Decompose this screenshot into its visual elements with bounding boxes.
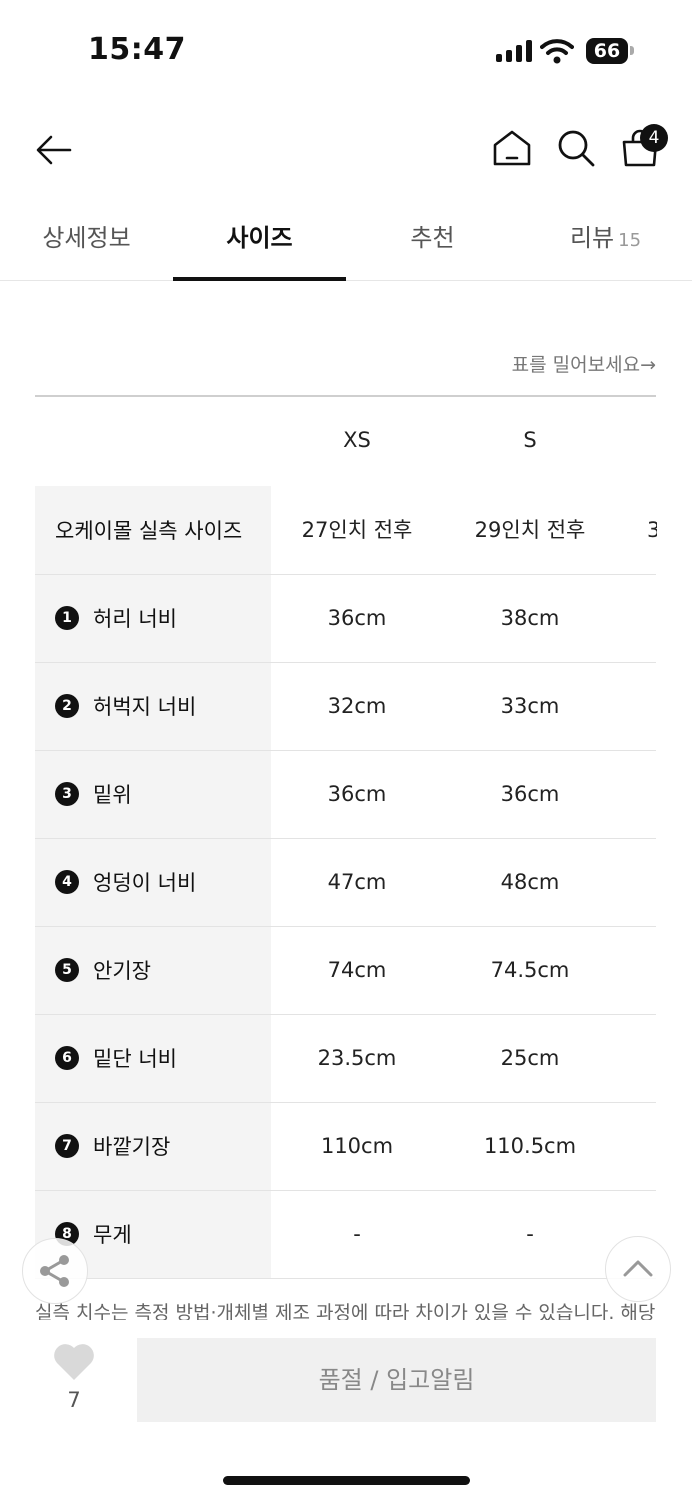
review-count: 15 [618,230,642,251]
cell-xs: 47cm [327,870,387,894]
table-row: 7 바깥기장 110cm 110.5cm [35,1102,656,1191]
table-row: 3 밑위 36cm 36cm [35,750,656,839]
number-badge-icon: 7 [55,1134,79,1158]
battery-icon: 66 [586,38,628,64]
cell-xs: 27인치 전후 [301,518,413,542]
number-badge-icon: 3 [55,782,79,806]
number-badge-icon: 2 [55,694,79,718]
scroll-table-hint: 표를 밀어보세요→ [511,354,656,376]
cell-s: 38cm [500,606,560,630]
scroll-to-top-button[interactable] [605,1236,671,1302]
back-arrow-icon[interactable] [34,130,74,170]
table-row: 2 허벅지 너비 32cm 33cm [35,662,656,751]
cell-xs: 36cm [327,606,387,630]
tab-review[interactable]: 리뷰 15 [519,218,692,253]
row-label: 허벅지 너비 [93,695,197,719]
cell-s: 29인치 전후 [474,518,586,542]
row-label: 안기장 [93,959,151,983]
like-count: 7 [67,1388,81,1412]
row-label: 무게 [93,1223,132,1247]
size-header-s: S [523,428,537,452]
table-header-row: 오케이몰 실측 사이즈 27인치 전후 29인치 전후 3 [35,486,657,575]
cell-s: 74.5cm [490,958,570,982]
status-time: 15:47 [88,32,186,67]
number-badge-icon: 4 [55,870,79,894]
row-label: 밑단 너비 [93,1047,177,1071]
table-row: 4 엉덩이 너비 47cm 48cm [35,838,656,927]
cell-xs: 74cm [327,958,387,982]
cell-xs: 36cm [327,782,387,806]
cellular-signal-icon [496,40,532,62]
share-button[interactable] [22,1238,88,1304]
home-indicator [223,1476,470,1485]
cell-s: - [526,1222,534,1246]
cell-partial: 3 [647,518,657,542]
heart-icon[interactable] [52,1342,96,1382]
row-label: 오케이몰 실측 사이즈 [55,519,243,543]
wifi-icon [540,39,574,64]
row-label: 허리 너비 [93,607,177,631]
tab-detail-info[interactable]: 상세정보 [0,218,173,253]
chevron-up-icon [623,1260,653,1277]
number-badge-icon: 5 [55,958,79,982]
table-row: 1 허리 너비 36cm 38cm [35,574,656,663]
row-label: 밑위 [93,783,132,807]
row-label: 바깥기장 [93,1135,171,1159]
cart-count-badge: 4 [640,124,668,152]
cell-xs: 32cm [327,694,387,718]
tab-recommend[interactable]: 추천 [346,218,519,253]
table-row: 5 안기장 74cm 74.5cm [35,926,656,1015]
battery-tip [630,46,634,55]
cell-xs: 23.5cm [317,1046,397,1070]
tab-review-label: 리뷰 [569,224,615,252]
size-header-xs: XS [343,428,371,452]
cell-s: 25cm [500,1046,560,1070]
number-badge-icon: 1 [55,606,79,630]
table-top-border [35,395,656,397]
cell-s: 36cm [500,782,560,806]
tabs-divider [0,280,692,281]
table-row: 8 무게 - - [35,1190,656,1279]
cell-s: 33cm [500,694,560,718]
share-icon [40,1255,69,1287]
cell-xs: - [353,1222,361,1246]
soldout-restock-alert-button[interactable]: 품절 / 입고알림 [137,1338,656,1422]
search-icon[interactable] [556,128,596,168]
home-icon[interactable] [492,128,532,168]
row-label: 엉덩이 너비 [93,871,197,895]
number-badge-icon: 6 [55,1046,79,1070]
cell-s: 110.5cm [483,1134,577,1158]
cell-xs: 110cm [320,1134,394,1158]
active-tab-indicator [173,277,346,281]
tab-size[interactable]: 사이즈 [173,218,346,253]
cell-s: 48cm [500,870,560,894]
table-row: 6 밑단 너비 23.5cm 25cm [35,1014,656,1103]
